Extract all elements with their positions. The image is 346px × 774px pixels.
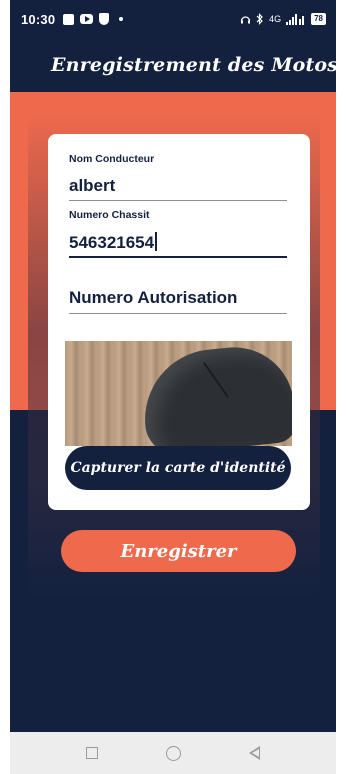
page-title: Enregistrement des Motos [51, 54, 339, 76]
status-time: 10:30 [21, 11, 56, 27]
notification-square-icon [63, 13, 75, 25]
text-caret [155, 232, 157, 251]
back-icon[interactable] [249, 746, 260, 760]
bluetooth-icon [256, 13, 263, 25]
status-system-icons: 4G 78 [240, 13, 326, 25]
battery-icon: 78 [311, 13, 326, 25]
chassis-number-label: Numero Chassit [69, 209, 150, 221]
app-bar: Enregistrement des Motos [10, 38, 339, 92]
driver-name-underline [69, 200, 287, 201]
youtube-icon [80, 14, 94, 24]
status-notifications [63, 13, 124, 25]
chassis-number-underline [69, 256, 287, 258]
home-icon[interactable] [166, 745, 181, 761]
chassis-number-input[interactable]: 546321654 [69, 232, 157, 253]
chassis-number-value: 546321654 [69, 233, 155, 252]
shield-icon [99, 13, 110, 25]
signal-icon [286, 13, 305, 25]
id-card-photo-preview [65, 341, 292, 446]
photo-subject [138, 341, 292, 446]
network-type: 4G [269, 14, 282, 24]
driver-name-input[interactable]: albert [69, 176, 115, 196]
recent-apps-icon[interactable] [86, 747, 98, 759]
authorization-number-input[interactable]: Numero Autorisation [69, 288, 237, 308]
authorization-number-underline [69, 313, 287, 314]
screen: 10:30 4G 78 Enregistrement des Motos Nom… [0, 0, 346, 774]
driver-name-label: Nom Conducteur [69, 153, 155, 165]
capture-id-card-button[interactable]: Capturer la carte d'identité [65, 446, 291, 490]
system-nav-bar [10, 732, 336, 774]
headset-icon [240, 15, 251, 23]
registration-form-card: Nom Conducteur albert Numero Chassit 546… [48, 134, 310, 510]
status-bar: 10:30 4G 78 [10, 0, 336, 38]
dot-icon [119, 17, 124, 21]
save-button[interactable]: Enregistrer [61, 530, 296, 572]
